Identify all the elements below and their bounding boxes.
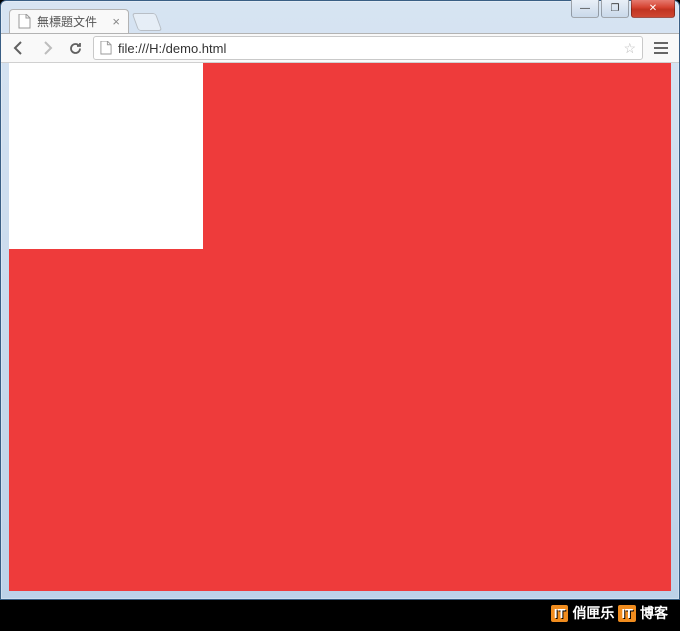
- tab-close-icon[interactable]: ×: [112, 14, 120, 29]
- window-titlebar: — ❐ ✕: [1, 1, 679, 9]
- page-icon: [18, 14, 31, 29]
- page-body: [9, 63, 671, 591]
- watermark-badge-2: IT: [618, 605, 636, 622]
- bookmark-star-icon[interactable]: ☆: [623, 40, 636, 57]
- watermark-text-2: 博客: [640, 603, 668, 623]
- watermark-text-1: 俏匣乐: [572, 603, 614, 623]
- watermark-badge-1: IT: [551, 605, 569, 622]
- white-box: [9, 63, 203, 249]
- url-page-icon: [100, 41, 112, 55]
- window-controls: — ❐ ✕: [571, 0, 675, 18]
- url-input[interactable]: [118, 41, 617, 56]
- reload-button[interactable]: [65, 38, 85, 58]
- address-toolbar: ☆: [1, 33, 679, 63]
- forward-button[interactable]: [37, 38, 57, 58]
- minimize-button[interactable]: —: [571, 0, 599, 18]
- close-window-button[interactable]: ✕: [631, 0, 675, 18]
- browser-window: — ❐ ✕ 無標題文件 × ☆: [0, 0, 680, 600]
- browser-tab[interactable]: 無標題文件 ×: [9, 9, 129, 33]
- watermark: IT 俏匣乐 IT 博客: [551, 603, 668, 623]
- back-button[interactable]: [9, 38, 29, 58]
- menu-button[interactable]: [651, 42, 671, 54]
- maximize-button[interactable]: ❐: [601, 0, 629, 18]
- page-viewport: [9, 63, 671, 591]
- tab-title: 無標題文件: [37, 13, 106, 30]
- address-bar[interactable]: ☆: [93, 36, 643, 60]
- new-tab-button[interactable]: [132, 13, 163, 31]
